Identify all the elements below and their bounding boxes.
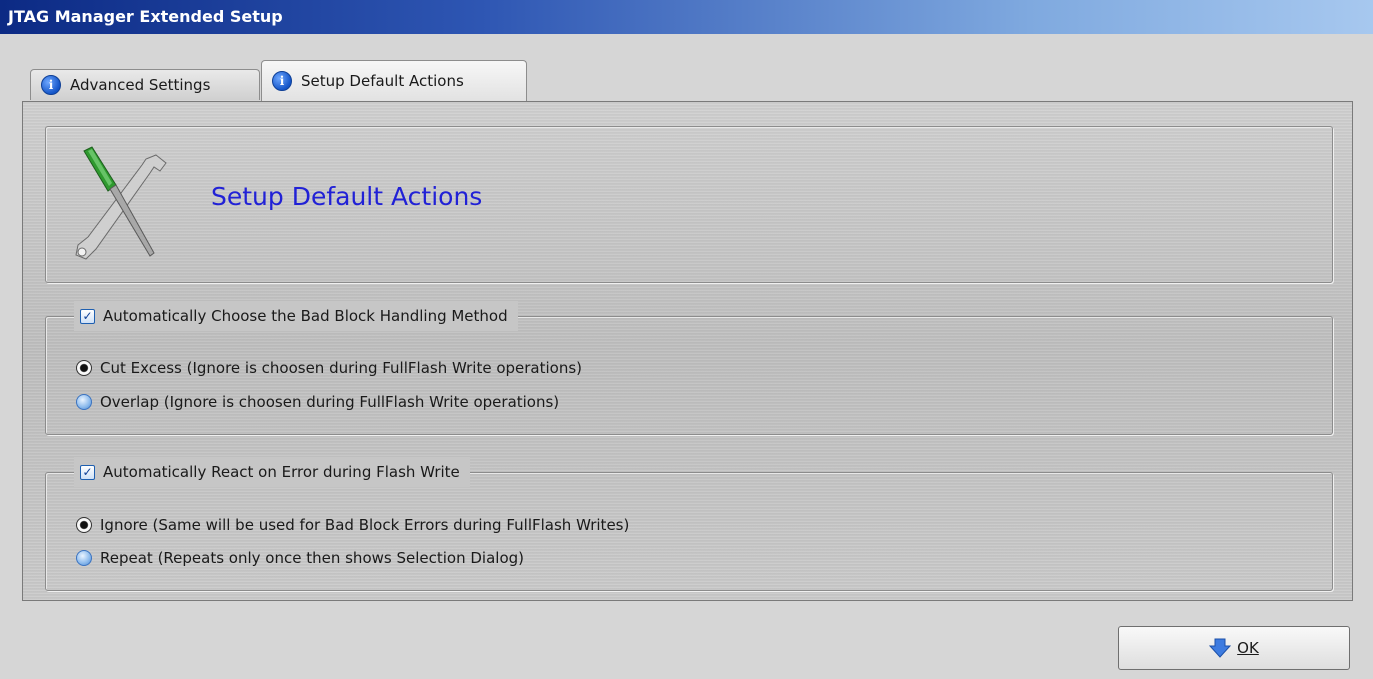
bad-block-group: ✓ Automatically Choose the Bad Block Han… [45,301,1333,435]
bad-block-label: Automatically Choose the Bad Block Handl… [103,307,508,325]
error-checkbox-row[interactable]: ✓ Automatically React on Error during Fl… [74,457,470,487]
radio-repeat[interactable]: Repeat (Repeats only once then shows Sel… [76,549,524,567]
window-title: JTAG Manager Extended Setup [8,7,283,26]
radio-unselected-icon[interactable] [76,550,92,566]
radio-ignore[interactable]: Ignore (Same will be used for Bad Block … [76,516,629,534]
radio-label: Repeat (Repeats only once then shows Sel… [100,549,524,567]
radio-unselected-icon[interactable] [76,394,92,410]
checkbox-checked-icon[interactable]: ✓ [80,464,95,480]
checkbox-checked-icon[interactable]: ✓ [80,308,95,324]
error-group: ✓ Automatically React on Error during Fl… [45,457,1333,591]
radio-selected-icon[interactable] [76,360,92,376]
tab-setup-default-actions[interactable]: i Setup Default Actions [261,60,527,101]
tab-label: Setup Default Actions [301,72,464,90]
radio-overlap[interactable]: Overlap (Ignore is choosen during FullFl… [76,393,559,411]
error-label: Automatically React on Error during Flas… [103,463,460,481]
tab-advanced-settings[interactable]: i Advanced Settings [30,69,260,100]
down-arrow-icon [1209,638,1232,658]
radio-label: Overlap (Ignore is choosen during FullFl… [100,393,560,411]
info-icon: i [41,75,61,95]
ok-label: OK [1237,639,1259,657]
radio-cut-excess[interactable]: Cut Excess (Ignore is choosen during Ful… [76,359,582,377]
tab-label: Advanced Settings [70,76,211,94]
radio-selected-icon[interactable] [76,517,92,533]
radio-label: Cut Excess (Ignore is choosen during Ful… [100,359,583,377]
window-title-bar: JTAG Manager Extended Setup [0,0,1373,34]
ok-button[interactable]: OK [1118,626,1350,670]
bad-block-checkbox-row[interactable]: ✓ Automatically Choose the Bad Block Han… [74,301,518,331]
tab-panel: Setup Default Actions ✓ Automatically Ch… [22,101,1353,601]
header-panel: Setup Default Actions [45,126,1333,283]
header-title: Setup Default Actions [211,182,483,211]
radio-label: Ignore (Same will be used for Bad Block … [100,516,630,534]
tools-icon [75,146,167,260]
info-icon: i [272,71,292,91]
